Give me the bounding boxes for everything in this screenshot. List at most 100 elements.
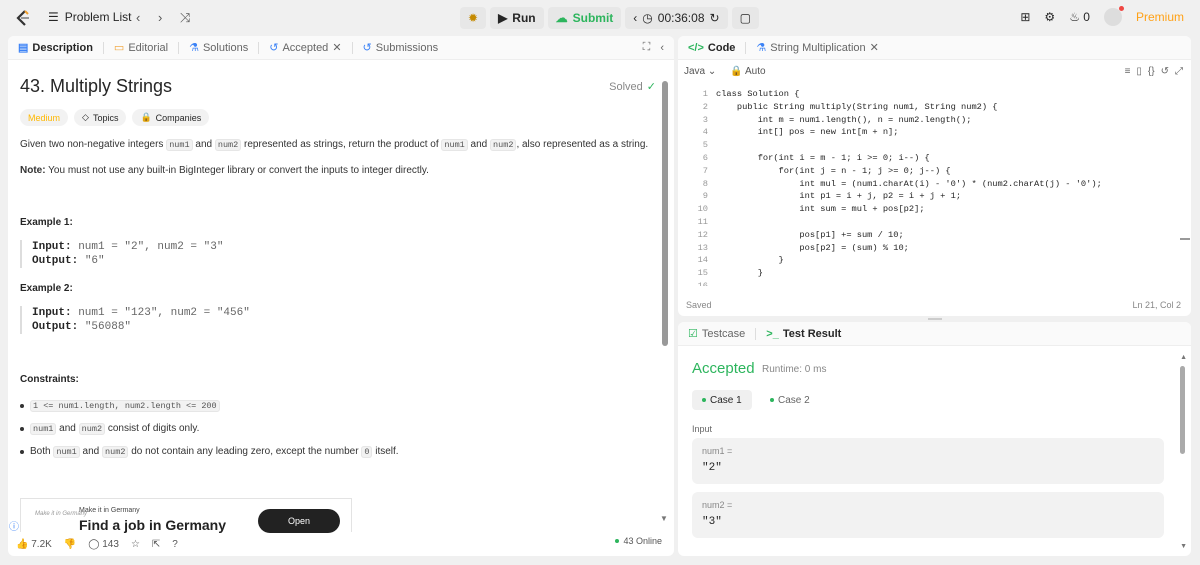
code-line: int m = num1.length(), n = num2.length()… (716, 114, 972, 125)
tab-test-result[interactable]: >_ Test Result (766, 328, 841, 340)
prev-problem-icon[interactable]: ‹ (136, 10, 140, 25)
fullscreen-icon[interactable]: ⛶ (643, 41, 651, 54)
autocomplete-toggle[interactable]: 🔒 Auto (730, 66, 765, 77)
description-scrollbar[interactable] (662, 81, 668, 346)
dislike-button[interactable]: 👎 (64, 539, 76, 550)
lock-icon: 🔒 (140, 112, 152, 122)
action-bar: ✹ ▶ Run ☁ Submit ‹ ◷ 00:36:08 ↻ ▢ (460, 7, 759, 29)
constraint-text: and (79, 446, 103, 457)
input-label: Input (692, 424, 713, 434)
code-line: int[] pos = new int[m + n]; (716, 127, 899, 138)
layout-icon[interactable]: ⊞ (1020, 10, 1030, 24)
tab-editorial-label: Editorial (128, 41, 169, 54)
reset-code-icon[interactable]: ↺ (1161, 66, 1169, 77)
scroll-down-icon[interactable]: ▼ (660, 514, 668, 523)
timer[interactable]: ‹ ◷ 00:36:08 ↻ (625, 7, 728, 29)
panel-resize-handle[interactable] (928, 318, 942, 320)
constraints-title: Constraints: (20, 374, 79, 385)
constraint-item: 1 <= num1.length, num2.length <= 200 (20, 400, 220, 412)
line-number: 7 (702, 165, 708, 176)
close-icon[interactable]: ✕ (870, 41, 879, 54)
tab-testcase[interactable]: ☑ Testcase (688, 327, 745, 341)
editor-actions: ≡ ▯ {} ↺ ⤢ (1125, 66, 1183, 77)
shuffle-icon[interactable]: ⤨ (180, 10, 190, 26)
run-button[interactable]: ▶ Run (490, 7, 544, 29)
inline-code: 0 (361, 446, 373, 458)
topics-label: Topics (92, 112, 119, 123)
premium-link[interactable]: Premium (1136, 10, 1184, 24)
braces-icon[interactable]: {} (1148, 66, 1155, 77)
problem-list-button[interactable]: ☰ Problem List (48, 10, 131, 24)
description-panel: ▤ Description ▭ Editorial ⚗ Solutions ↺ Acce… (8, 36, 674, 556)
editor-resize-handle[interactable] (1180, 238, 1190, 240)
desc-text: and (192, 139, 215, 150)
code-line: pos[p2] = (sum) % 10; (716, 242, 909, 253)
share-icon[interactable]: ⇱ (152, 539, 160, 550)
tab-accepted-label: Accepted (282, 41, 329, 54)
result-scrollbar[interactable] (1180, 366, 1185, 454)
close-icon[interactable]: ✕ (332, 41, 341, 54)
ad-open-button[interactable]: Open (258, 509, 340, 533)
debug-button[interactable]: ✹ (460, 7, 487, 29)
case-1-tab[interactable]: Case 1 (692, 390, 752, 410)
like-button[interactable]: 👍 7.2K (16, 539, 52, 550)
input-num2: num2 = "3" (692, 492, 1164, 538)
language-select[interactable]: Java ⌄ (684, 66, 716, 77)
tab-string-multiplication[interactable]: ⚗ String Multiplication ✕ (756, 41, 879, 55)
code-line: for(int j = n - 1; j >= 0; j--) { (716, 165, 951, 176)
scroll-down-icon[interactable]: ▼ (1180, 543, 1187, 550)
problem-title: 43. Multiply Strings (20, 76, 173, 96)
tab-editorial[interactable]: ▭ Editorial (114, 41, 169, 55)
bookmark-icon[interactable]: ▯ (1136, 66, 1142, 77)
tab-description[interactable]: ▤ Description (18, 41, 93, 55)
comment-icon: ◯ (88, 539, 100, 550)
comments-button[interactable]: ◯ 143 (88, 539, 119, 550)
input-value: num1 = "123", num2 = "456" (71, 307, 250, 319)
example-2-output: Output: "56088" (32, 320, 620, 334)
leetcode-logo-icon[interactable] (14, 9, 32, 27)
ad-tagline: Make it in Germany (79, 507, 140, 514)
star-icon[interactable]: ☆ (131, 539, 140, 550)
help-icon[interactable]: ? (172, 539, 178, 550)
code-area[interactable]: 1 class Solution {2 public String multipl… (678, 88, 1191, 286)
ad-info-icon[interactable]: ⓘ (9, 518, 19, 533)
result-tabs: ☑ Testcase >_ Test Result (678, 322, 1191, 346)
input-label: Input: (32, 307, 72, 319)
play-icon: ▶ (498, 11, 508, 25)
checkbox-icon: ☑ (688, 328, 698, 340)
inline-code: num2 (490, 139, 517, 151)
code-icon: </> (688, 41, 704, 54)
constraint-item: num1 and num2 consist of digits only. (20, 423, 199, 435)
collapse-panel-icon[interactable]: ‹ (660, 42, 664, 54)
format-icon[interactable]: ≡ (1125, 66, 1131, 77)
avatar[interactable] (1103, 6, 1124, 26)
tab-solutions[interactable]: ⚗ Solutions (189, 41, 248, 55)
scroll-up-icon[interactable]: ▲ (1180, 354, 1187, 361)
timer-icon: ◷ (642, 11, 653, 25)
inline-code: num2 (102, 446, 129, 458)
history-icon: ↺ (269, 42, 279, 54)
desc-text: and (467, 139, 491, 150)
topics-button[interactable]: ◇ Topics (74, 109, 127, 126)
companies-button[interactable]: 🔒 Companies (132, 109, 210, 126)
ad-banner[interactable]: Make it in Germany Make it in Germany Fi… (20, 498, 352, 533)
settings-gear-icon[interactable]: ⚙ (1044, 10, 1055, 24)
terminal-icon: >_ (766, 327, 779, 340)
line-number: 9 (702, 191, 708, 202)
case-2-tab[interactable]: Case 2 (760, 390, 820, 410)
collapse-icon: ‹ (633, 11, 638, 25)
expand-icon[interactable]: ⤢ (1175, 66, 1183, 77)
problem-note: Note: You must not use any built-in BigI… (20, 164, 660, 178)
ad-headline: Find a job in Germany (79, 517, 227, 533)
inline-code: num1 (166, 139, 193, 151)
tab-code[interactable]: </> Code (688, 42, 735, 54)
code-line: for(int i = m - 1; i >= 0; i--) { (716, 153, 930, 163)
streak-counter[interactable]: ♨ 0 (1069, 10, 1090, 24)
notes-button[interactable]: ▢ (731, 7, 759, 29)
submit-button[interactable]: ☁ Submit (547, 7, 622, 29)
input-num1: num1 = "2" (692, 438, 1164, 484)
tab-accepted[interactable]: ↺ Accepted ✕ (269, 41, 341, 55)
tab-submissions[interactable]: ↺ Submissions (363, 41, 439, 55)
next-problem-icon[interactable]: › (158, 10, 162, 25)
auto-label: Auto (744, 66, 766, 77)
